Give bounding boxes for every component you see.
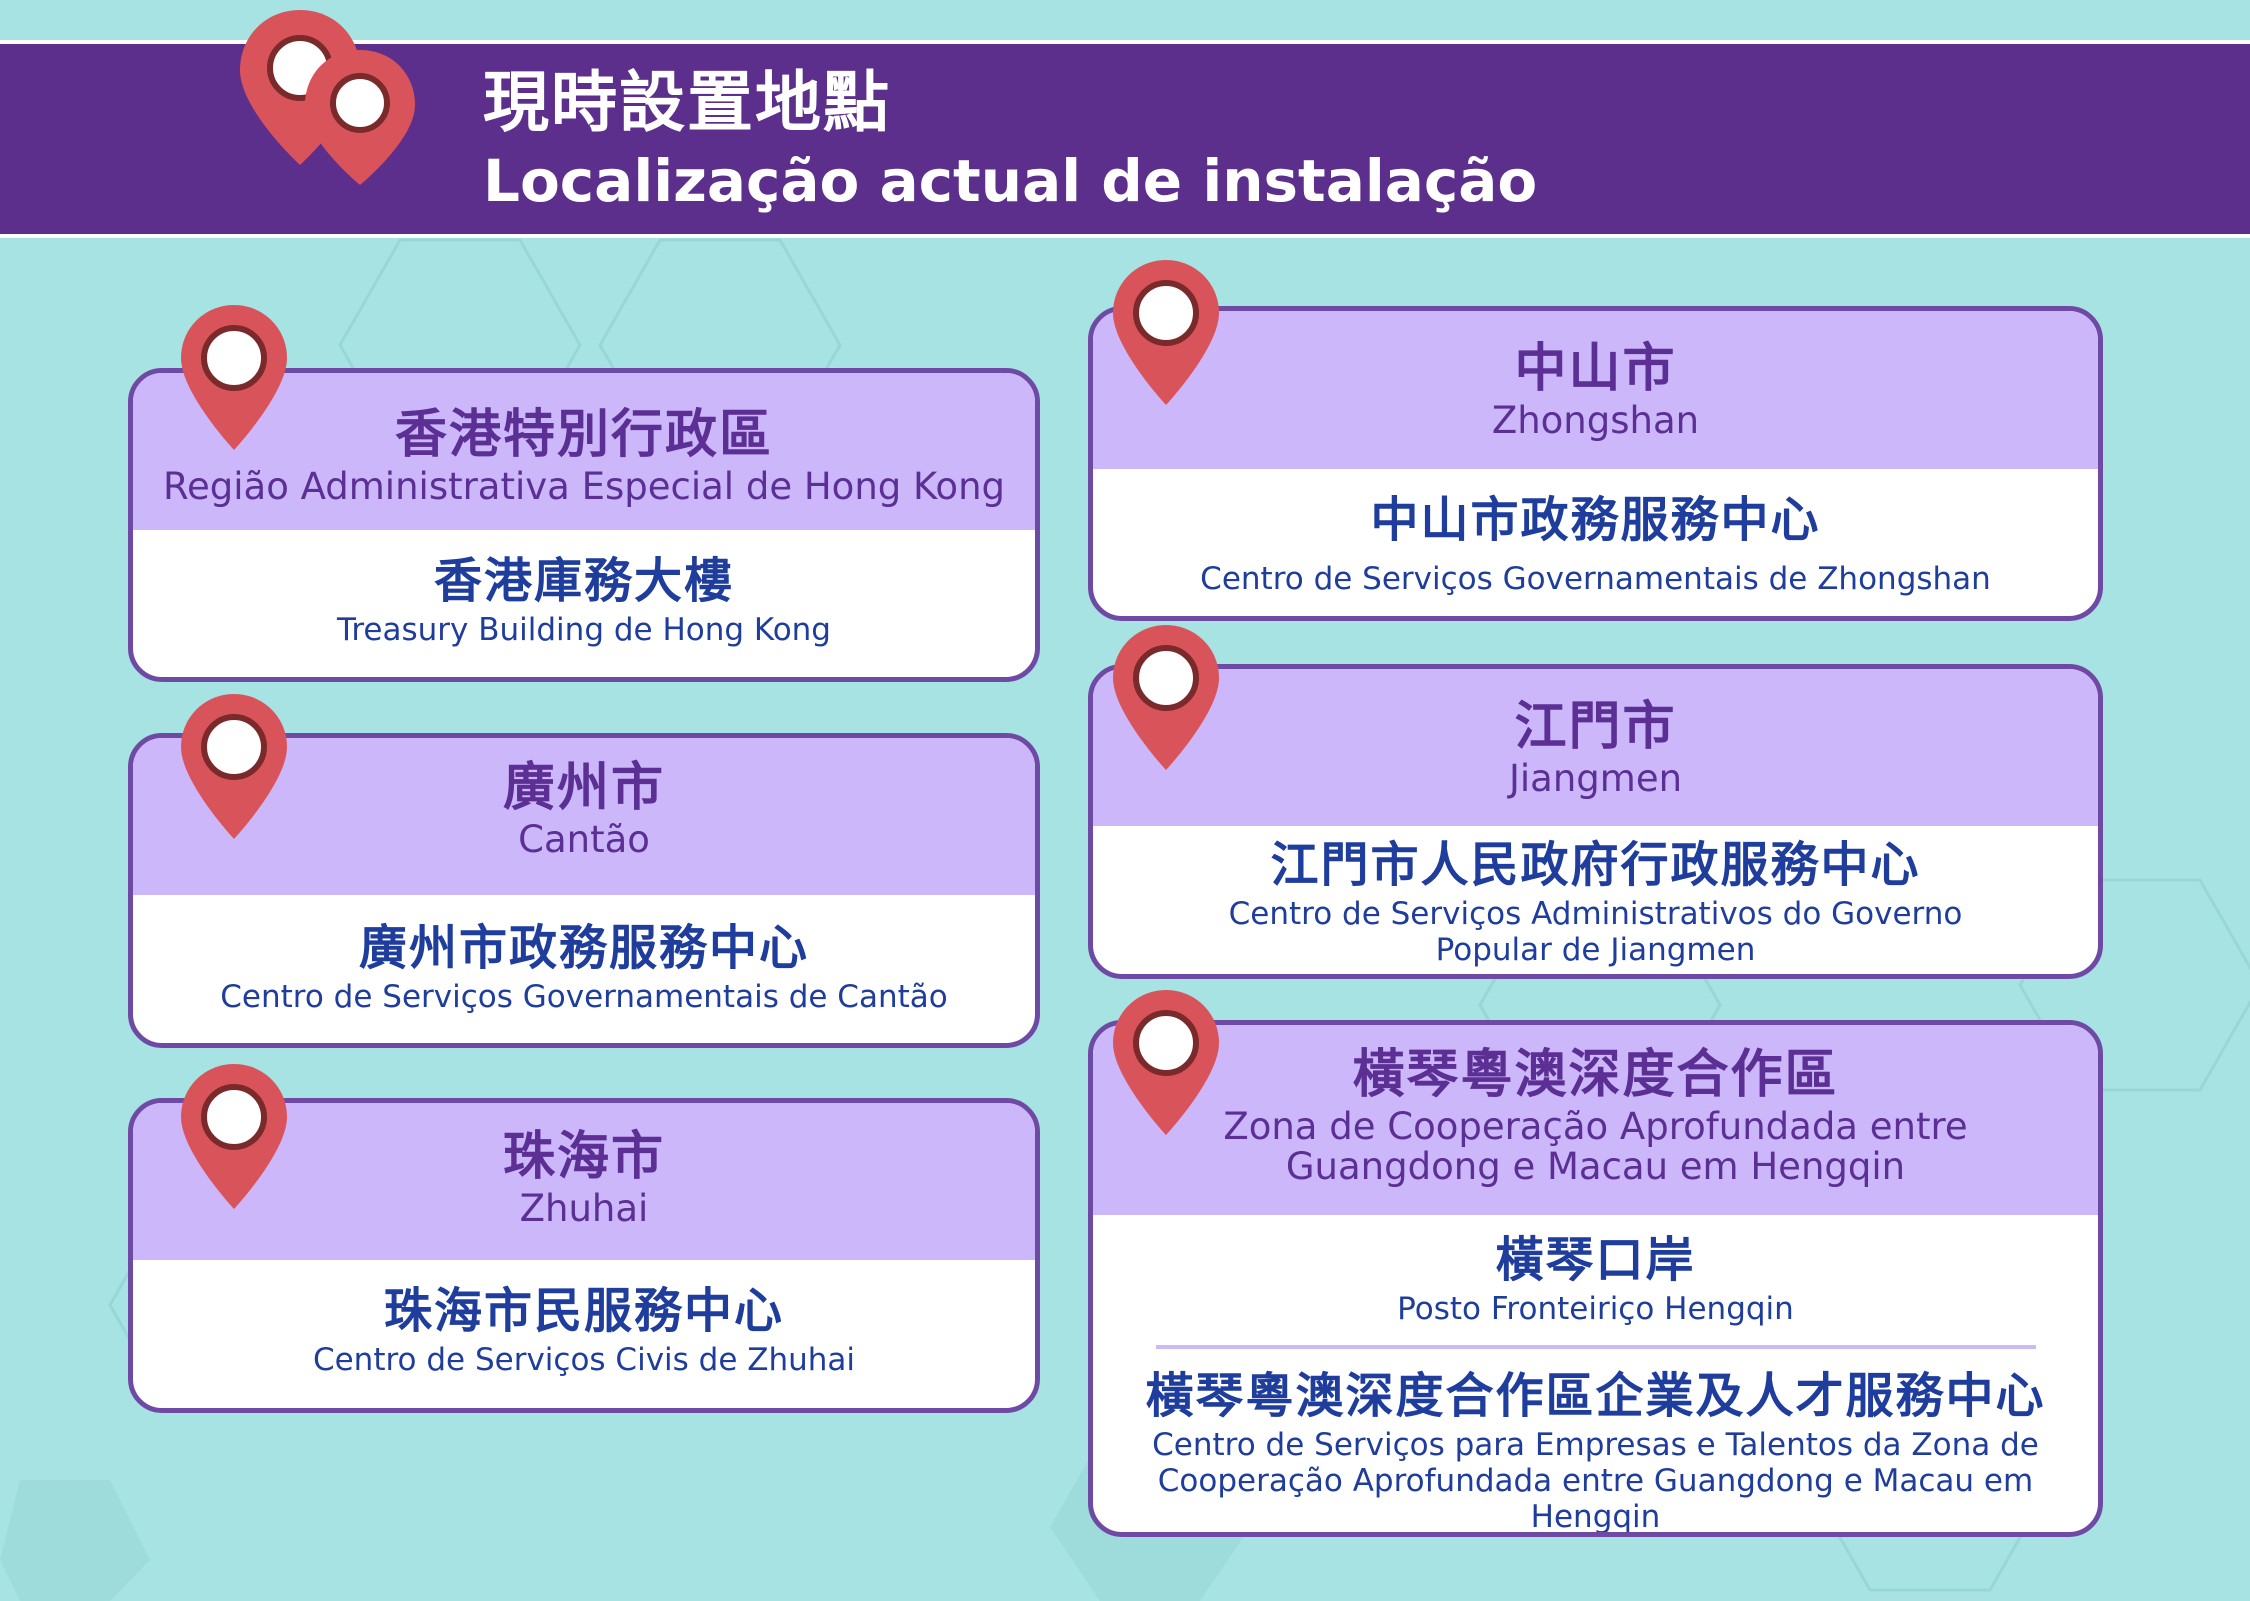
city-name-zh: 中山市 <box>1514 339 1677 399</box>
location-name-pt-line1: Centro de Serviços para Empresas e Talen… <box>1152 1427 2039 1463</box>
map-pin-icon <box>181 694 287 839</box>
divider <box>1155 1345 2036 1349</box>
location-name-pt: Centro de Serviços Governamentais de Can… <box>220 979 948 1015</box>
card-body: 廣州市政務服務中心 Centro de Serviços Governament… <box>133 895 1035 1015</box>
location-name-zh: 江門市人民政府行政服務中心 <box>1270 837 1921 893</box>
card-header: 江門市 Jiangmen <box>1093 669 2098 826</box>
card-body: 香港庫務大樓 Treasury Building de Hong Kong <box>133 530 1035 648</box>
location-name-zh: 廣州市政務服務中心 <box>358 920 809 976</box>
map-pin-icon <box>181 305 287 450</box>
map-pin-icon <box>1113 990 1219 1135</box>
card-body: 中山市政務服務中心 Centro de Serviços Governament… <box>1093 469 2098 597</box>
map-pin-icon <box>1113 260 1219 405</box>
city-name-pt-line2: Guangdong e Macau em Hengqin <box>1285 1145 1906 1188</box>
card-body: 江門市人民政府行政服務中心 Centro de Serviços Adminis… <box>1093 826 2098 968</box>
location-name-zh: 橫琴口岸 <box>1495 1232 1696 1288</box>
location-card-jiangmen: 江門市 Jiangmen 江門市人民政府行政服務中心 Centro de Ser… <box>1088 664 2103 979</box>
city-name-pt: Zhongshan <box>1491 399 1700 442</box>
city-name-pt: Região Administrativa Especial de Hong K… <box>162 465 1006 508</box>
page-title: 現時設置地點 <box>483 64 891 141</box>
card-header: 中山市 Zhongshan <box>1093 311 2098 469</box>
location-name-pt: Posto Fronteiriço Hengqin <box>1397 1291 1794 1327</box>
location-name-pt: Centro de Serviços Governamentais de Zho… <box>1200 561 1991 597</box>
page-subtitle: Localização actual de instalação <box>483 147 1538 215</box>
location-name-zh: 橫琴粵澳深度合作區企業及人才服務中心 <box>1145 1368 2046 1424</box>
location-name-pt: Centro de Serviços Civis de Zhuhai <box>312 1342 856 1378</box>
map-pin-icon <box>240 10 415 185</box>
card-body: 橫琴口岸 Posto Fronteiriço Hengqin 橫琴粵澳深度合作區… <box>1093 1215 2098 1535</box>
location-name-pt: Treasury Building de Hong Kong <box>336 612 831 648</box>
location-name-zh: 珠海市民服務中心 <box>383 1283 784 1339</box>
city-name-zh: 橫琴粵澳深度合作區 <box>1352 1045 1839 1105</box>
card-header: 橫琴粵澳深度合作區 Zona de Cooperação Aprofundada… <box>1093 1025 2098 1215</box>
map-pin-icon <box>1113 625 1219 770</box>
location-name-zh: 香港庫務大樓 <box>433 553 734 609</box>
location-name-zh: 中山市政務服務中心 <box>1370 492 1821 548</box>
location-name-pt-line2: Cooperação Aprofundada entre Guangdong e… <box>1157 1463 2034 1535</box>
location-name-pt-line2: Popular de Jiangmen <box>1435 932 1756 968</box>
card-body: 珠海市民服務中心 Centro de Serviços Civis de Zhu… <box>133 1260 1035 1378</box>
location-card-zhongshan: 中山市 Zhongshan 中山市政務服務中心 Centro de Serviç… <box>1088 306 2103 621</box>
map-pin-icon <box>181 1064 287 1209</box>
location-name-pt-line1: Centro de Serviços Administrativos do Go… <box>1228 896 1963 932</box>
city-name-zh: 江門市 <box>1514 697 1677 757</box>
location-card-hengqin: 橫琴粵澳深度合作區 Zona de Cooperação Aprofundada… <box>1088 1020 2103 1537</box>
city-name-pt: Jiangmen <box>1508 757 1683 800</box>
city-name-pt-line1: Zona de Cooperação Aprofundada entre <box>1223 1105 1968 1148</box>
